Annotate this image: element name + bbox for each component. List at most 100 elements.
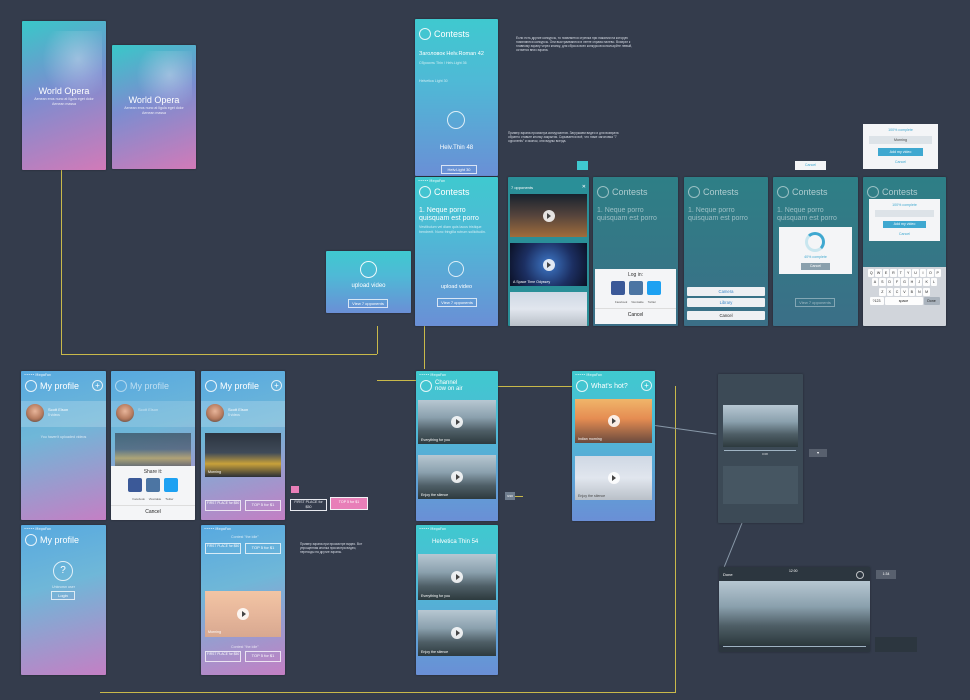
key-g[interactable]: G — [901, 278, 908, 286]
play-icon[interactable] — [542, 209, 555, 222]
twitter-icon[interactable] — [646, 281, 661, 295]
first-place-button[interactable]: FIRST PLACE for $50 — [205, 500, 241, 511]
key-p[interactable]: P — [934, 268, 941, 277]
key-b[interactable]: B — [908, 287, 916, 296]
key-i[interactable]: I — [919, 268, 927, 277]
player-controls-icon[interactable] — [856, 571, 864, 579]
play-icon[interactable] — [451, 627, 463, 639]
view-opponents-button[interactable]: View 7 opponents — [348, 299, 388, 308]
camera-button[interactable]: Camera — [687, 287, 765, 296]
video-thumbnail[interactable]: Enjoy the silence — [575, 456, 652, 500]
key-t[interactable]: T — [897, 268, 904, 277]
video-thumbnail[interactable]: A Space Time Odyssey — [510, 243, 587, 286]
top5-button-sample[interactable]: TOP 5 for $1 — [330, 497, 368, 510]
scrub-bar[interactable] — [724, 450, 796, 451]
video-thumbnail[interactable]: Morning — [205, 433, 281, 477]
play-icon[interactable] — [451, 571, 463, 583]
first-place-button-sample[interactable]: FIRST PLACE for $50 — [290, 499, 327, 511]
key-z[interactable]: Z — [879, 287, 886, 296]
key-j[interactable]: J — [916, 278, 923, 286]
cancel-button[interactable]: Cancel — [863, 160, 938, 164]
add-icon[interactable]: + — [641, 380, 652, 391]
play-icon[interactable] — [451, 416, 463, 428]
keyboard[interactable]: QWERTYUIOP ASDFGHJKL ZXCVBNM ?123 space … — [863, 267, 946, 326]
key-y[interactable]: Y — [905, 268, 912, 277]
cancel-chip[interactable]: Cancel — [795, 161, 826, 170]
close-icon[interactable]: ✕ — [582, 184, 586, 190]
video-thumbnail[interactable]: Morning — [205, 591, 281, 637]
login-button[interactable]: Login — [51, 591, 75, 600]
video-thumbnail[interactable]: Everything for you — [418, 400, 496, 444]
scrub-bar[interactable] — [723, 646, 866, 647]
top5-button[interactable]: TOP 5 for $1 — [245, 651, 281, 662]
title-field[interactable] — [875, 210, 934, 217]
add-video-button[interactable]: Add my video — [878, 148, 923, 156]
screen-header: What's hot? — [576, 380, 628, 392]
key-w[interactable]: W — [875, 268, 882, 277]
status-bar: ••••• MegaFon — [575, 373, 603, 377]
mini-player-bar[interactable] — [875, 637, 917, 652]
numbers-key[interactable]: ?123 — [869, 297, 884, 305]
top5-button[interactable]: TOP 5 for $1 — [245, 543, 281, 554]
play-icon[interactable] — [451, 471, 463, 483]
view-opponents-button[interactable]: View 7 opponents — [437, 298, 477, 307]
key-a[interactable]: A — [871, 278, 879, 286]
vkontakte-icon[interactable] — [628, 281, 643, 295]
first-place-button[interactable]: FIRST PLACE for $50 — [205, 543, 241, 554]
play-icon[interactable] — [607, 415, 620, 427]
key-e[interactable]: E — [882, 268, 890, 277]
key-r[interactable]: R — [890, 268, 897, 277]
play-icon[interactable] — [542, 258, 555, 271]
video-player[interactable] — [719, 581, 870, 645]
avatar[interactable] — [26, 404, 44, 422]
video-thumbnail[interactable]: Everything for you — [418, 554, 496, 600]
key-v[interactable]: V — [901, 287, 908, 296]
twitter-icon[interactable] — [164, 478, 178, 492]
video-thumbnail[interactable] — [510, 194, 587, 237]
key-c[interactable]: C — [893, 287, 901, 296]
library-button[interactable]: Library — [687, 298, 765, 307]
video-thumbnail[interactable]: Enjoy the silence — [418, 455, 496, 499]
vkontakte-icon[interactable] — [146, 478, 160, 492]
key-q[interactable]: Q — [868, 268, 875, 277]
cancel-button[interactable]: Cancel — [595, 308, 676, 318]
avatar[interactable] — [116, 404, 134, 422]
facebook-icon[interactable] — [610, 281, 625, 295]
view-opponents-button[interactable]: View 7 opponents — [795, 298, 835, 307]
key-h[interactable]: H — [908, 278, 916, 286]
video-thumbnail[interactable]: Indian morning — [575, 399, 652, 443]
video-player[interactable] — [723, 405, 798, 447]
cancel-button[interactable]: Cancel — [111, 505, 195, 515]
add-icon[interactable]: + — [92, 380, 103, 391]
key-l[interactable]: L — [930, 278, 938, 286]
done-button[interactable]: Done — [723, 572, 733, 577]
style-button[interactable]: Helv.Light 30 — [441, 165, 477, 174]
first-place-button[interactable]: FIRST PLACE for $50 — [205, 651, 241, 662]
upload-video-card[interactable]: upload video View 7 opponents — [326, 251, 411, 313]
video-thumbnail[interactable] — [510, 292, 587, 326]
add-icon[interactable]: + — [271, 380, 282, 391]
key-k[interactable]: K — [923, 278, 930, 286]
play-icon[interactable] — [607, 472, 620, 484]
key-o[interactable]: O — [927, 268, 934, 277]
key-d[interactable]: D — [886, 278, 893, 286]
facebook-icon[interactable] — [128, 478, 142, 492]
title-field[interactable]: Morning — [869, 136, 932, 144]
key-f[interactable]: F — [893, 278, 901, 286]
top5-button[interactable]: TOP 5 for $1 — [245, 500, 281, 511]
video-thumbnail[interactable] — [115, 433, 191, 469]
avatar[interactable] — [206, 404, 224, 422]
cancel-button[interactable]: Cancel — [801, 263, 830, 270]
key-x[interactable]: X — [886, 287, 893, 296]
key-m[interactable]: M — [923, 287, 930, 296]
cancel-button[interactable]: Cancel — [687, 311, 765, 320]
done-key[interactable]: Done — [923, 297, 940, 305]
cancel-button[interactable]: Cancel — [869, 232, 940, 236]
key-s[interactable]: S — [879, 278, 886, 286]
space-key[interactable]: space — [884, 297, 923, 305]
key-u[interactable]: U — [912, 268, 919, 277]
play-icon[interactable] — [237, 608, 249, 620]
video-thumbnail[interactable]: Enjoy the silence — [418, 610, 496, 656]
add-video-button[interactable]: Add my video — [883, 221, 926, 228]
key-n[interactable]: N — [916, 287, 923, 296]
